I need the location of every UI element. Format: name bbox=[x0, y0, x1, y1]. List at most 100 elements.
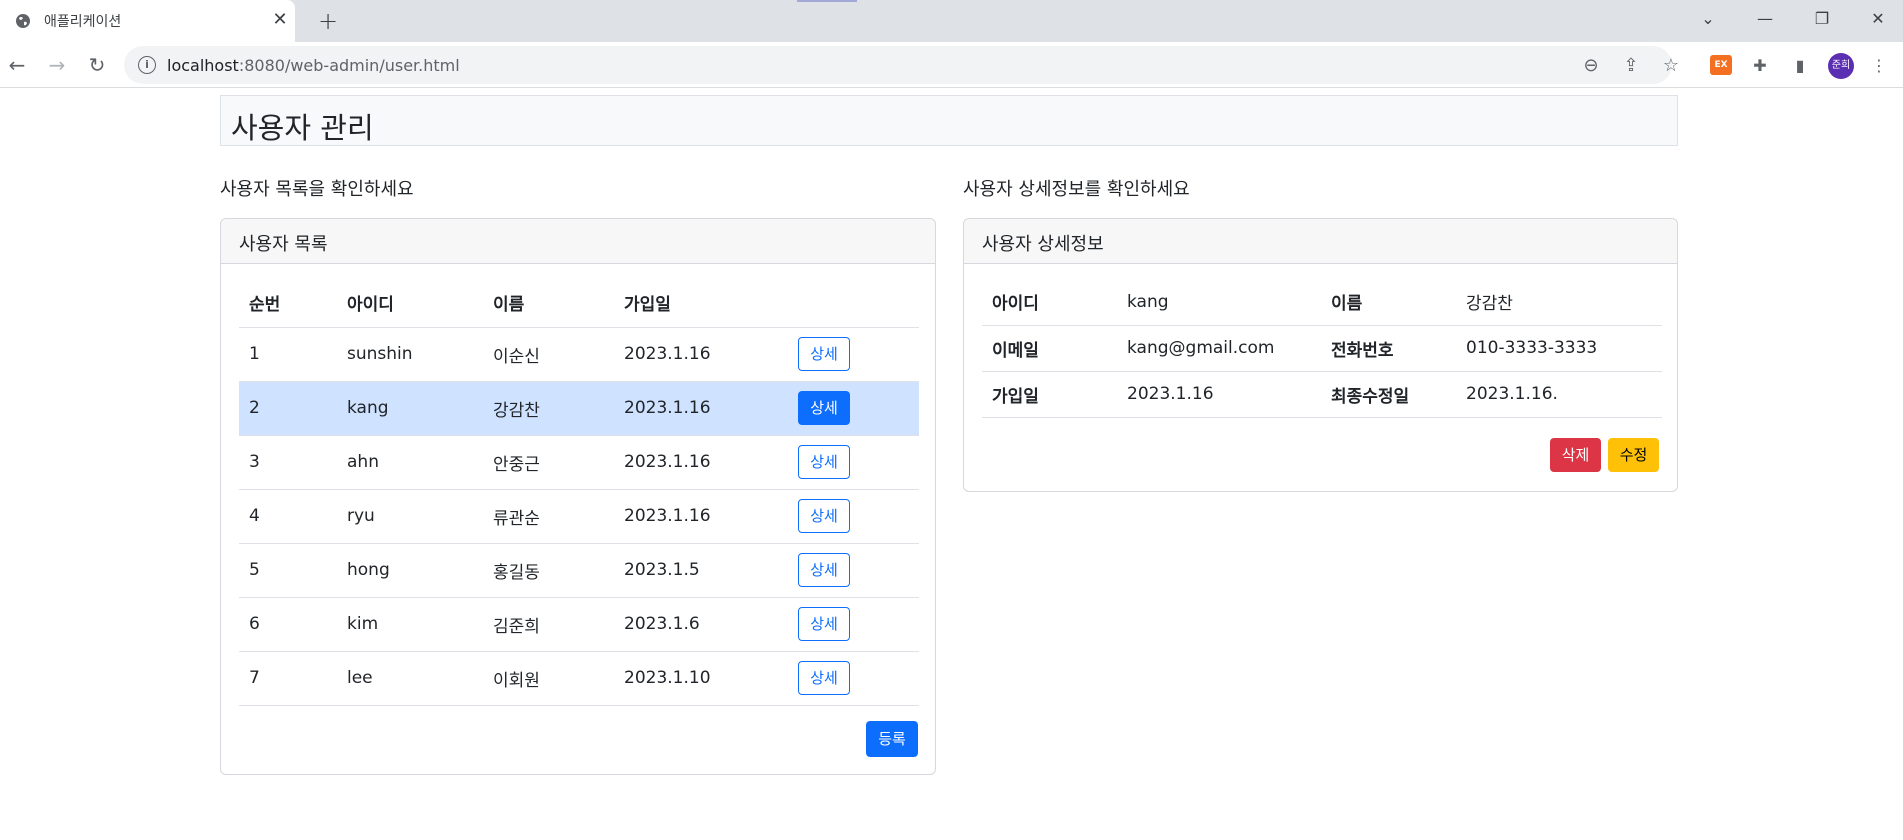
page-title: 사용자 관리 bbox=[231, 111, 374, 145]
browser-toolbar: ← → ↻ i localhost:8080/web-admin/user.ht… bbox=[0, 42, 1903, 88]
detail-button[interactable]: 상세 bbox=[798, 499, 850, 533]
cell-no: 2 bbox=[239, 381, 337, 436]
cell-joined: 2023.1.6 bbox=[614, 597, 788, 652]
cell-name: 김준희 bbox=[483, 597, 614, 652]
cell-joined: 2023.1.16 bbox=[614, 489, 788, 544]
detail-value: 2023.1.16. bbox=[1456, 371, 1662, 418]
column-header: 이름 bbox=[483, 279, 614, 328]
cell-name: 이회원 bbox=[483, 651, 614, 706]
cell-action: 상세 bbox=[788, 651, 919, 706]
table-row[interactable]: 5 hong 홍길동 2023.1.5 상세 bbox=[239, 543, 919, 598]
cell-name: 류관순 bbox=[483, 489, 614, 544]
cell-id: kang bbox=[337, 381, 483, 436]
detail-key: 아이디 bbox=[982, 279, 1117, 326]
edit-button[interactable]: 수정 bbox=[1608, 438, 1659, 472]
register-button[interactable]: 등록 bbox=[866, 721, 918, 757]
minimize-icon[interactable]: — bbox=[1745, 0, 1785, 38]
cell-id: ahn bbox=[337, 435, 483, 490]
table-row[interactable]: 6 kim 김준희 2023.1.6 상세 bbox=[239, 597, 919, 652]
cell-name: 홍길동 bbox=[483, 543, 614, 598]
table-row-selected[interactable]: 2 kang 강감찬 2023.1.16 상세 bbox=[239, 381, 919, 436]
cell-action: 상세 bbox=[788, 489, 919, 544]
cell-id: lee bbox=[337, 651, 483, 706]
detail-button[interactable]: 상세 bbox=[798, 661, 850, 695]
detail-value: 강감찬 bbox=[1456, 279, 1662, 326]
url-host: localhost bbox=[167, 56, 239, 75]
restore-icon[interactable]: ❐ bbox=[1802, 0, 1842, 38]
avatar[interactable]: 준희 bbox=[1828, 53, 1854, 79]
cell-id: kim bbox=[337, 597, 483, 652]
cell-no: 6 bbox=[239, 597, 337, 652]
table-row[interactable]: 7 lee 이회원 2023.1.10 상세 bbox=[239, 651, 919, 706]
browser-tabbar: 애플리케이션 ✕ + ⌄ — ❐ ✕ bbox=[0, 0, 1903, 42]
detail-button[interactable]: 상세 bbox=[798, 553, 850, 587]
user-detail-card: 사용자 상세정보 아이디 kang 이름 강감찬 이메일 kang@gmail.… bbox=[963, 218, 1678, 492]
cell-action: 상세 bbox=[788, 381, 919, 436]
table-row[interactable]: 1 sunshin 이순신 2023.1.16 상세 bbox=[239, 327, 919, 382]
url-text[interactable]: localhost:8080/web-admin/user.html bbox=[167, 56, 460, 75]
user-table: 순번 아이디 이름 가입일 1 sunshin 이순신 2023.1.16 상세… bbox=[239, 279, 919, 706]
plus-icon[interactable]: + bbox=[314, 6, 342, 36]
detail-row: 아이디 kang 이름 강감찬 bbox=[982, 279, 1662, 326]
column-header-action bbox=[788, 279, 919, 328]
detail-button[interactable]: 상세 bbox=[798, 337, 850, 371]
detail-button-active[interactable]: 상세 bbox=[798, 391, 850, 425]
close-icon[interactable]: ✕ bbox=[270, 9, 290, 31]
share-icon[interactable]: ⇪ bbox=[1620, 55, 1642, 77]
column-header: 가입일 bbox=[614, 279, 788, 328]
detail-value: kang@gmail.com bbox=[1117, 325, 1321, 372]
chevron-down-icon[interactable]: ⌄ bbox=[1688, 0, 1728, 38]
info-icon[interactable]: i bbox=[138, 56, 156, 74]
forward-icon[interactable]: → bbox=[42, 50, 72, 80]
puzzle-icon[interactable]: ✚ bbox=[1749, 55, 1771, 77]
table-row[interactable]: 4 ryu 류관순 2023.1.16 상세 bbox=[239, 489, 919, 544]
tab-title: 애플리케이션 bbox=[44, 14, 122, 30]
cell-action: 상세 bbox=[788, 435, 919, 490]
cell-joined: 2023.1.10 bbox=[614, 651, 788, 706]
list-section-label: 사용자 목록을 확인하세요 bbox=[220, 179, 414, 200]
reload-icon[interactable]: ↻ bbox=[82, 50, 112, 80]
back-icon[interactable]: ← bbox=[2, 50, 32, 80]
detail-key: 이름 bbox=[1321, 279, 1456, 326]
card-header: 사용자 목록 bbox=[221, 219, 935, 264]
cell-joined: 2023.1.16 bbox=[614, 327, 788, 382]
cell-id: ryu bbox=[337, 489, 483, 544]
address-bar[interactable]: i localhost:8080/web-admin/user.html ⊖ ⇪… bbox=[124, 46, 1679, 84]
table-header-row: 순번 아이디 이름 가입일 bbox=[239, 279, 919, 328]
page-header: 사용자 관리 bbox=[220, 95, 1678, 146]
cell-joined: 2023.1.16 bbox=[614, 381, 788, 436]
detail-button[interactable]: 상세 bbox=[798, 445, 850, 479]
card-title: 사용자 목록 bbox=[239, 234, 328, 255]
detail-value: 2023.1.16 bbox=[1117, 371, 1321, 418]
detail-table: 아이디 kang 이름 강감찬 이메일 kang@gmail.com 전화번호 … bbox=[982, 279, 1662, 418]
cell-name: 강감찬 bbox=[483, 381, 614, 436]
table-row[interactable]: 3 ahn 안중근 2023.1.16 상세 bbox=[239, 435, 919, 490]
detail-button[interactable]: 상세 bbox=[798, 607, 850, 641]
url-path: :8080/web-admin/user.html bbox=[238, 56, 460, 75]
cell-action: 상세 bbox=[788, 327, 919, 382]
detail-key: 이메일 bbox=[982, 325, 1117, 372]
cell-name: 이순신 bbox=[483, 327, 614, 382]
detail-section-label: 사용자 상세정보를 확인하세요 bbox=[963, 179, 1190, 200]
globe-icon bbox=[16, 14, 30, 28]
detail-row: 이메일 kang@gmail.com 전화번호 010-3333-3333 bbox=[982, 325, 1662, 372]
detail-key: 전화번호 bbox=[1321, 325, 1456, 372]
cell-id: hong bbox=[337, 543, 483, 598]
window-close-icon[interactable]: ✕ bbox=[1858, 0, 1898, 38]
cell-no: 3 bbox=[239, 435, 337, 490]
detail-key: 가입일 bbox=[982, 371, 1117, 418]
detail-key: 최종수정일 bbox=[1321, 371, 1456, 418]
delete-button[interactable]: 삭제 bbox=[1550, 438, 1601, 472]
browser-tab[interactable]: 애플리케이션 ✕ bbox=[0, 0, 295, 42]
kebab-icon[interactable]: ⋮ bbox=[1868, 55, 1890, 77]
star-icon[interactable]: ☆ bbox=[1660, 55, 1682, 77]
sidepanel-icon[interactable]: ▮ bbox=[1789, 55, 1811, 77]
detail-value: 010-3333-3333 bbox=[1456, 325, 1662, 372]
cell-no: 1 bbox=[239, 327, 337, 382]
zoom-out-icon[interactable]: ⊖ bbox=[1580, 55, 1602, 77]
card-title: 사용자 상세정보 bbox=[982, 234, 1104, 255]
cell-joined: 2023.1.5 bbox=[614, 543, 788, 598]
cell-action: 상세 bbox=[788, 597, 919, 652]
extension-ex-icon[interactable]: EX bbox=[1710, 55, 1732, 75]
cell-no: 7 bbox=[239, 651, 337, 706]
